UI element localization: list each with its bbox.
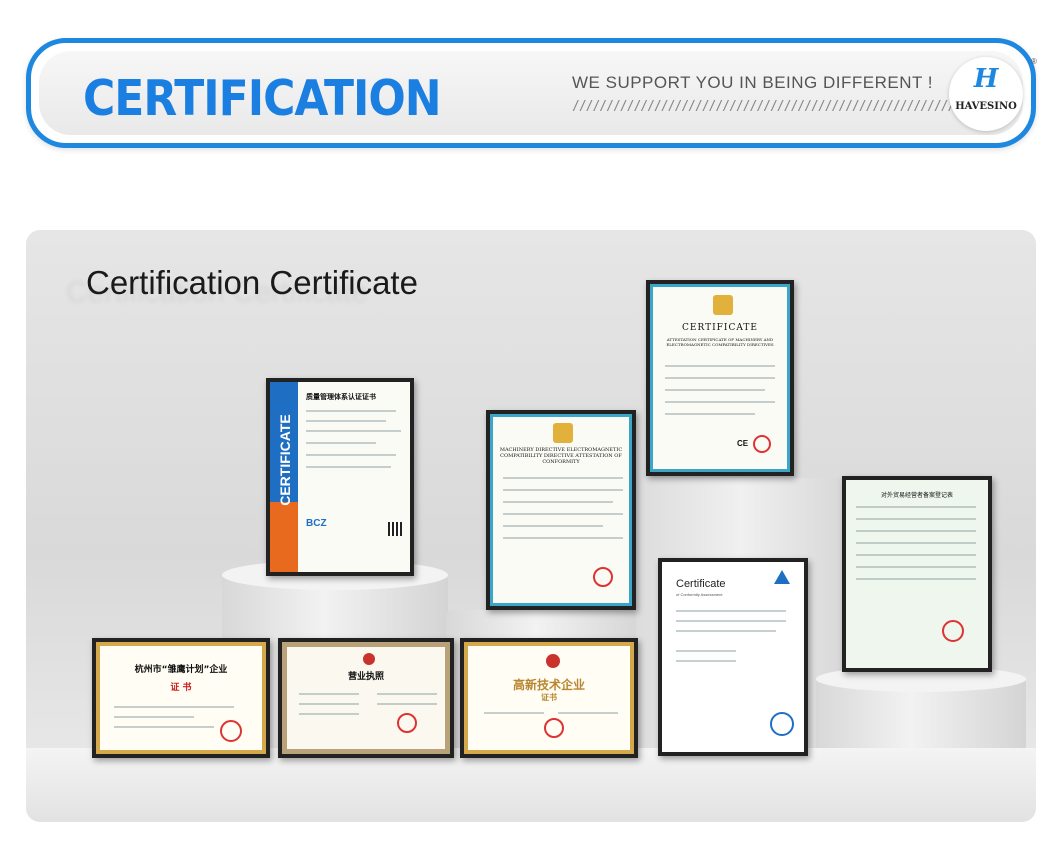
banner-inner: CERTIFICATION WE SUPPORT YOU IN BEING DI… xyxy=(39,51,1037,135)
machinery-directive-certificate: MACHINERY DIRECTIVE ELECTROMAGNETIC COMP… xyxy=(486,410,636,610)
text-line xyxy=(503,513,623,515)
emblem-icon xyxy=(546,654,560,668)
text-line xyxy=(503,489,623,491)
text-line xyxy=(503,525,603,527)
hangzhou-eagle-plan-certificate: 杭州市“雏鹰计划”企业 证 书 xyxy=(92,638,270,758)
high-tech-sub: 证书 xyxy=(541,693,557,702)
text-line xyxy=(503,501,613,503)
stamp-icon xyxy=(397,713,417,733)
conformity-heading: Certificate xyxy=(676,578,726,590)
stamp-icon xyxy=(770,712,794,736)
text-line xyxy=(856,506,976,508)
stamp-icon xyxy=(220,720,242,742)
foreign-trade-heading: 对外贸易经营者备案登记表 xyxy=(880,492,953,499)
banner-title: CERTIFICATION xyxy=(83,70,442,128)
quality-heading: 质量管理体系认证证书 xyxy=(306,393,376,401)
showcase-title: Certification Certificate xyxy=(86,264,418,301)
machinery-directive-heading: MACHINERY DIRECTIVE ELECTROMAGNETIC COMP… xyxy=(499,447,623,465)
text-line xyxy=(306,442,376,444)
text-line xyxy=(114,706,234,708)
text-line xyxy=(114,726,214,728)
hangzhou-heading: 杭州市“雏鹰计划”企业 xyxy=(134,665,228,675)
text-line xyxy=(299,703,359,705)
foreign-trade-registration: 对外贸易经营者备案登记表 xyxy=(842,476,992,672)
display-stage xyxy=(26,748,1036,822)
text-line xyxy=(484,712,544,714)
havesino-logo: H HAVESINO ® xyxy=(949,57,1037,131)
stamp-icon xyxy=(942,620,964,642)
text-line xyxy=(665,365,775,367)
quality-certificate-paper: CERTIFICATE 质量管理体系认证证书 BCZ xyxy=(270,382,410,572)
triangle-logo-icon xyxy=(774,570,790,584)
emblem-icon xyxy=(363,653,375,665)
quality-certificate: CERTIFICATE 质量管理体系认证证书 BCZ xyxy=(266,378,414,576)
text-line xyxy=(676,630,776,632)
quality-brand: BCZ xyxy=(306,518,327,529)
text-line xyxy=(676,650,736,652)
quality-side-text: CERTIFICATE xyxy=(277,414,293,506)
registered-mark: ® xyxy=(1031,57,1037,66)
ce-attestation-certificate: CERTIFICATE ATTESTATION CERTIFICATE OF M… xyxy=(646,280,794,476)
text-line xyxy=(856,566,976,568)
text-line xyxy=(299,713,359,715)
text-line xyxy=(306,454,396,456)
text-line xyxy=(856,578,976,580)
high-tech-heading: 高新技术企业 xyxy=(512,678,585,692)
banner-tagline: WE SUPPORT YOU IN BEING DIFFERENT ! xyxy=(572,73,934,92)
text-line xyxy=(665,401,775,403)
certification-banner: CERTIFICATION WE SUPPORT YOU IN BEING DI… xyxy=(26,38,1037,148)
business-license-heading: 营业执照 xyxy=(347,672,384,682)
text-line xyxy=(299,693,359,695)
business-license-paper: 营业执照 xyxy=(282,642,450,754)
text-line xyxy=(306,410,396,412)
high-tech-paper: 高新技术企业 证书 xyxy=(464,642,634,754)
text-line xyxy=(377,693,437,695)
text-line xyxy=(306,466,391,468)
text-line xyxy=(856,518,976,520)
ce-attestation-paper: CERTIFICATE ATTESTATION CERTIFICATE OF M… xyxy=(650,284,790,472)
machinery-directive-paper: MACHINERY DIRECTIVE ELECTROMAGNETIC COMP… xyxy=(490,414,632,606)
text-line xyxy=(665,377,775,379)
text-line xyxy=(558,712,618,714)
qr-code-icon xyxy=(388,522,402,536)
logo-mark-icon: H xyxy=(973,64,999,94)
text-line xyxy=(856,542,976,544)
conformity-sub: of Conformity Assessment xyxy=(676,592,723,597)
udem-logo-icon xyxy=(553,423,573,443)
stamp-icon xyxy=(544,718,564,738)
logo-text: HAVESINO xyxy=(955,101,1017,112)
hangzhou-sub: 证 书 xyxy=(170,683,192,693)
udem-logo-icon xyxy=(713,295,733,315)
text-line xyxy=(676,660,736,662)
conformity-assessment-certificate: Certificate of Conformity Assessment xyxy=(658,558,808,756)
high-tech-enterprise-certificate: 高新技术企业 证书 xyxy=(460,638,638,758)
certificate-showcase: Certification Certificate Certification … xyxy=(26,230,1036,822)
text-line xyxy=(377,703,437,705)
business-license: 营业执照 xyxy=(278,638,454,758)
foreign-trade-paper: 对外贸易经营者备案登记表 xyxy=(846,480,988,668)
ce-attestation-heading: CERTIFICATE xyxy=(682,323,758,333)
text-line xyxy=(856,554,976,556)
text-line xyxy=(676,620,786,622)
stamp-icon xyxy=(753,435,771,453)
text-line xyxy=(676,610,786,612)
text-line xyxy=(665,413,755,415)
text-line xyxy=(306,420,386,422)
hangzhou-paper: 杭州市“雏鹰计划”企业 证 书 xyxy=(96,642,266,754)
text-line xyxy=(503,537,623,539)
conformity-paper: Certificate of Conformity Assessment xyxy=(662,562,804,752)
banner-slash-decoration: ////////////////////////////////////////… xyxy=(572,99,955,114)
text-line xyxy=(665,389,765,391)
ce-attestation-sub: ATTESTATION CERTIFICATE OF MACHINERY AND… xyxy=(666,337,774,347)
text-line xyxy=(114,716,194,718)
text-line xyxy=(503,477,623,479)
text-line xyxy=(856,530,976,532)
ce-mark-icon: CE xyxy=(737,439,749,448)
stamp-icon xyxy=(593,567,613,587)
text-line xyxy=(306,430,401,432)
